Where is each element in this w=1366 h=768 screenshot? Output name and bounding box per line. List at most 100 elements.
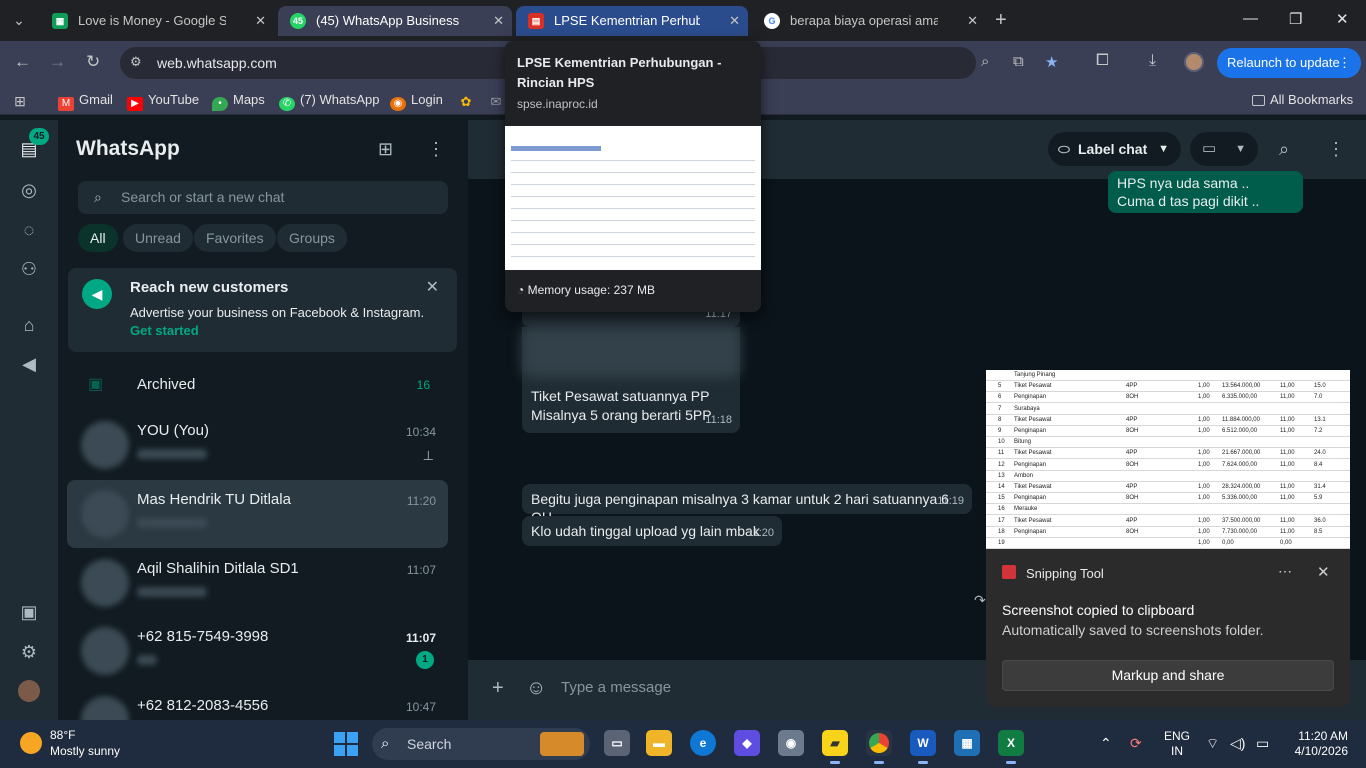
chat-list-item[interactable]: +62 815-7549-3998 11:07 1	[67, 617, 448, 685]
more-options-icon[interactable]: ⋯	[1278, 563, 1292, 580]
photos-icon[interactable]: ✿	[458, 92, 479, 109]
preview-cell: 13.1	[1314, 416, 1326, 423]
menu-icon[interactable]: ⋮	[1327, 139, 1345, 160]
bookmark-gmail[interactable]: M Gmail	[58, 92, 113, 111]
forward-icon[interactable]: →	[49, 52, 66, 72]
calculator-icon[interactable]: ▦	[954, 730, 980, 756]
tab-lpse-kementrian[interactable]: ▤ LPSE Kementrian Perhubungan ✕	[516, 6, 748, 36]
sticky-notes-icon[interactable]: ▰	[822, 730, 848, 764]
message-input[interactable]: Type a message	[561, 679, 671, 696]
attach-plus-icon[interactable]: +	[492, 677, 504, 700]
chat-list-item[interactable]: +62 812-2083-4556 10:47	[67, 686, 448, 720]
chat-list-item[interactable]: Aqil Shalihin Ditlala SD1 11:07	[67, 549, 448, 617]
catalog-icon[interactable]: ⌂	[18, 314, 40, 336]
bookmark-youtube[interactable]: ▶ YouTube	[127, 92, 199, 111]
site-info-icon[interactable]: ⚙	[130, 54, 142, 70]
filter-favorites[interactable]: Favorites	[194, 224, 276, 252]
language-indicator[interactable]: ENG IN	[1164, 729, 1190, 759]
label-icon: ⬭	[1058, 141, 1070, 157]
chat-list-item[interactable]: Mas Hendrik TU Ditlala 11:20	[67, 480, 448, 548]
all-bookmarks[interactable]: All Bookmarks	[1252, 92, 1353, 107]
filter-unread[interactable]: Unread	[123, 224, 193, 252]
preview-cell: 31.4	[1314, 484, 1326, 490]
media-icon[interactable]: ▣	[18, 601, 40, 623]
back-icon[interactable]: ←	[14, 52, 31, 72]
screenshot-preview[interactable]: Tanjung Pinang 5 Tiket Pesawat 4PP 1,00 13.56…	[986, 370, 1350, 549]
apps-grid-icon[interactable]: ⊞	[12, 92, 33, 108]
filter-groups[interactable]: Groups	[277, 224, 347, 252]
close-tab-icon[interactable]: ✕	[729, 6, 740, 36]
preview-cell: 1,00	[1198, 517, 1210, 524]
profile-avatar[interactable]	[18, 680, 40, 702]
file-explorer-icon[interactable]: ▬	[646, 730, 672, 756]
close-promo-icon[interactable]: ✕	[426, 277, 439, 297]
markup-and-share-button[interactable]: Markup and share	[1002, 660, 1334, 691]
search-icon[interactable]: ⌕	[1279, 139, 1289, 160]
extensions-icon[interactable]: ⧠	[1096, 52, 1109, 70]
task-view-icon[interactable]: ▭	[604, 730, 630, 756]
close-tab-icon[interactable]: ✕	[255, 6, 266, 36]
zoom-icon[interactable]: ⌕	[981, 53, 989, 70]
preview-cell: 1,00	[1198, 495, 1210, 502]
bookmark-login[interactable]: ◉ Login	[390, 92, 443, 111]
camera-icon[interactable]: ◉	[778, 730, 804, 756]
new-tab-icon[interactable]: +	[995, 9, 1007, 32]
install-app-icon[interactable]: ⧉	[1013, 53, 1024, 70]
relaunch-button[interactable]: Relaunch to update ⋮	[1217, 48, 1361, 78]
menu-icon[interactable]: ⋮	[427, 139, 445, 160]
word-icon[interactable]: W	[910, 730, 936, 764]
bookmark-star-icon[interactable]: ★	[1045, 53, 1058, 71]
communities-icon[interactable]: ⚇	[18, 258, 40, 280]
close-tab-icon[interactable]: ✕	[493, 6, 504, 36]
search-input[interactable]: ⌕ Search or start a new chat	[78, 181, 448, 214]
filter-all[interactable]: All	[78, 224, 118, 252]
start-button[interactable]	[334, 732, 358, 756]
download-icon[interactable]: ⤓	[1149, 52, 1156, 70]
excel-icon[interactable]: X	[998, 730, 1024, 764]
copilot-icon[interactable]: ◆	[734, 730, 760, 756]
wifi-icon[interactable]: ⌔	[1206, 735, 1219, 753]
volume-icon[interactable]: ◁)	[1230, 735, 1245, 752]
message-text: Cuma d tas pagi dikit ..	[1117, 193, 1260, 209]
battery-icon[interactable]: ▭	[1256, 735, 1269, 752]
minimize-icon[interactable]: —	[1243, 10, 1258, 27]
edge-icon[interactable]: e	[690, 730, 716, 756]
advertise-icon[interactable]: ◀	[18, 353, 40, 375]
close-tab-icon[interactable]: ✕	[967, 6, 978, 36]
bookmark-whatsapp[interactable]: ✆ (7) WhatsApp	[279, 92, 379, 111]
status-icon[interactable]: ◎	[18, 179, 40, 201]
hover-card-title: LPSE Kementrian Perhubungan - Rincian HP…	[517, 55, 722, 90]
close-notification-icon[interactable]: ✕	[1317, 563, 1330, 581]
channels-icon[interactable]: ◌	[18, 219, 40, 241]
browser-menu-icon[interactable]: ⋮	[1338, 48, 1351, 78]
reload-icon[interactable]: ↻	[86, 52, 100, 72]
unread-count-badge: 45	[29, 128, 49, 145]
chrome-icon[interactable]	[866, 730, 892, 764]
sync-icon[interactable]: ⟳	[1130, 735, 1142, 752]
tab-search-dropdown-icon[interactable]: ⌄	[6, 9, 32, 31]
preview-cell: 8.4	[1314, 461, 1323, 468]
show-hidden-icons[interactable]: ⌃	[1100, 735, 1112, 752]
maximize-icon[interactable]: ❐	[1289, 10, 1302, 28]
bookmark-maps[interactable]: • Maps	[212, 92, 265, 111]
new-chat-icon[interactable]: ⊞	[378, 139, 393, 160]
profile-avatar[interactable]	[1184, 52, 1204, 72]
taskbar-search[interactable]: ⌕ Search	[372, 728, 590, 760]
emoji-icon[interactable]: ☺	[526, 677, 546, 700]
forward-icon[interactable]: ↷	[974, 592, 986, 609]
close-window-icon[interactable]: ✕	[1336, 10, 1349, 28]
label-chat-button[interactable]: ⬭ Label chat ▼	[1048, 132, 1181, 166]
get-started-link[interactable]: Get started	[130, 323, 199, 338]
video-call-button[interactable]: ▭ ▼	[1190, 132, 1258, 166]
tab-google-sheets[interactable]: ▦ Love is Money - Google Spread ✕	[40, 6, 274, 36]
chat-list-item[interactable]: YOU (You) 10:34 ⊥	[67, 411, 448, 479]
tab-google-search[interactable]: G berapa biaya operasi amandel ✕	[752, 6, 986, 36]
message-text: Misalnya 5 orang berarti 5PP	[531, 407, 712, 423]
tab-whatsapp-business[interactable]: 45 (45) WhatsApp Business ✕	[278, 6, 512, 36]
chevron-down-icon: ▼	[1158, 143, 1169, 155]
settings-icon[interactable]: ⚙	[18, 641, 40, 663]
speedometer-icon: ◔	[517, 283, 528, 297]
pdf-icon: ▤	[528, 13, 544, 29]
clock[interactable]: 11:20 AM 4/10/2026	[1290, 729, 1348, 759]
archived-row[interactable]: ▣ Archived 16	[58, 364, 458, 404]
